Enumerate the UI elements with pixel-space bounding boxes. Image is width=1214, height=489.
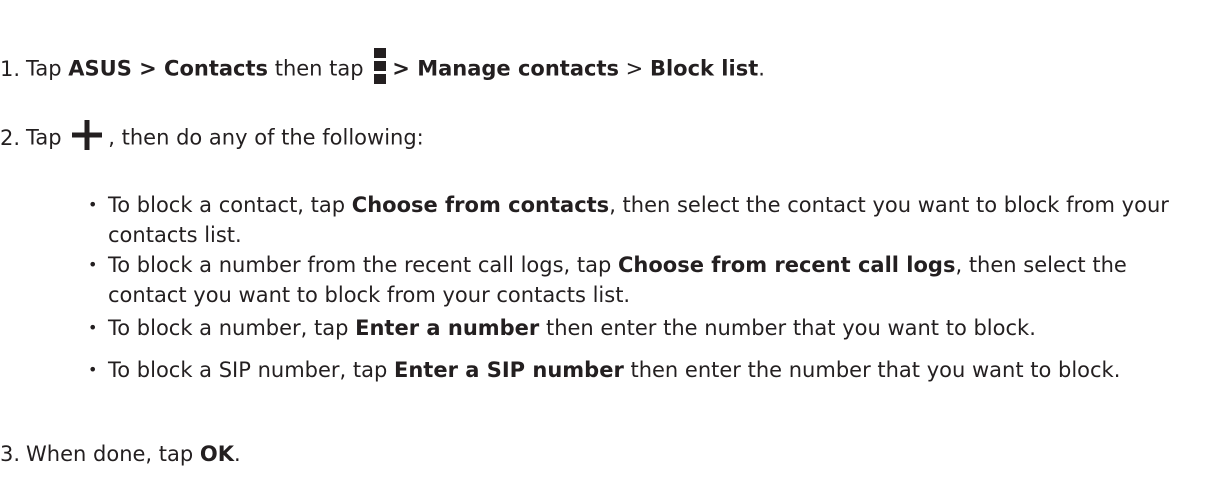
step-bold-text: Block list: [649, 56, 759, 81]
bullet-text-part: To block a contact, tap: [108, 193, 352, 217]
step-text: Tap: [26, 56, 69, 81]
step-bold-text: OK: [199, 442, 235, 466]
step-number: 1.: [0, 56, 21, 81]
bullet-text-part: then enter the number that you want to b…: [539, 316, 1036, 340]
step-number: 3.: [0, 442, 21, 466]
step-text: .: [234, 442, 241, 466]
step-text: , then do any of the following:: [108, 125, 424, 150]
step-text: .: [758, 56, 765, 81]
bullet-dot: •: [88, 195, 98, 214]
plus-icon-svg: [72, 120, 103, 150]
step-bold-text: ASUS > Contacts: [68, 56, 269, 81]
bullet-bold-text: Choose from contacts: [351, 193, 610, 217]
step-text: When done, tap: [26, 442, 200, 466]
bullet-text: To block a number from the recent call l…: [108, 250, 1208, 310]
bullet-item: • To block a number, tap Enter a number …: [88, 313, 1208, 343]
bullet-item: • To block a number from the recent call…: [88, 250, 1208, 310]
overflow-menu-icon: [374, 48, 387, 91]
step-text: Tap: [26, 125, 69, 150]
step-text: then tap: [268, 56, 371, 81]
overflow-menu-icon-svg: [374, 48, 387, 84]
bullet-dot: •: [88, 360, 98, 379]
bullet-text-part: To block a number, tap: [108, 316, 356, 340]
bullet-bold-text: Choose from recent call logs: [618, 253, 956, 277]
step-bold-text: > Manage contacts: [392, 56, 619, 81]
step-text: >: [619, 56, 650, 81]
bullet-dot: •: [88, 255, 98, 274]
bullet-item: • To block a SIP number, tap Enter a SIP…: [88, 355, 1208, 385]
bullet-text: To block a contact, tap Choose from cont…: [108, 190, 1208, 250]
plus-icon: [72, 120, 103, 157]
step-3: 3. When done, tap OK.: [0, 440, 241, 468]
bullet-text-part: To block a SIP number, tap: [108, 358, 395, 382]
bullet-dot: •: [88, 318, 98, 337]
bullet-text-part: then enter the number that you want to b…: [623, 358, 1121, 382]
bullet-text-part: To block a number from the recent call l…: [108, 253, 618, 277]
step-1: 1. Tap ASUS > Contacts then tap > Manage …: [0, 48, 765, 91]
bullet-bold-text: Enter a number: [355, 316, 540, 340]
step-number: 2.: [0, 125, 21, 150]
bullet-item: • To block a contact, tap Choose from co…: [88, 190, 1208, 250]
step-2: 2. Tap , then do any of the following:: [0, 120, 424, 157]
bullet-text: To block a number, tap Enter a number th…: [108, 313, 1208, 343]
bullet-bold-text: Enter a SIP number: [394, 358, 624, 382]
bullet-text: To block a SIP number, tap Enter a SIP n…: [108, 355, 1208, 385]
